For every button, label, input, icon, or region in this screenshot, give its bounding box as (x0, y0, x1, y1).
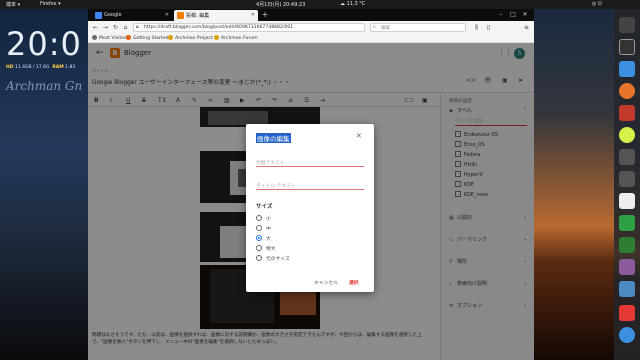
dialog-title: 画像の編集 (256, 133, 291, 143)
cloud-icon[interactable] (619, 61, 635, 77)
size-radio-small[interactable]: 小 (256, 215, 271, 222)
panel-weather[interactable]: ☁ 11.3 °C (340, 1, 365, 7)
terminal-icon[interactable] (619, 39, 635, 55)
folder-icon (214, 35, 219, 40)
bookmark-label: Archman Project (175, 36, 213, 41)
home-button[interactable]: ⌂ (121, 23, 130, 32)
mask-icon[interactable] (619, 149, 635, 165)
bookmark-archman-forum[interactable]: Archman Forum (214, 35, 258, 41)
search-placeholder: 検索 (381, 26, 391, 31)
lock-icon: 🔒︎ (136, 24, 139, 30)
pen-icon[interactable] (619, 171, 635, 187)
tab-bar: Google ✕ 投稿: 編集 ✕ + – □ ✕ (88, 9, 534, 21)
cancel-button[interactable]: キャンセル (314, 279, 338, 286)
close-icon[interactable]: ✕ (251, 12, 255, 18)
desktop-left: 20:0 HD 11.4GB / 17.6G RAM 1.83 Archman … (0, 9, 92, 360)
search-icon: ⌕ (373, 24, 376, 30)
top-panel: 端末 ▾ Firefox ▾ 4月1日(月) 20:49:23 ☁ 11.3 °… (0, 0, 640, 9)
library-button[interactable]: ⫼ (472, 23, 481, 32)
terminal-menu[interactable]: 端末 ▾ (6, 1, 20, 8)
title-text-field[interactable]: タイトル テキスト (256, 179, 364, 190)
panel-status-icons[interactable]: ◎ ⏻ (592, 1, 602, 7)
alt-text-field[interactable]: 代替テキスト (256, 156, 364, 167)
size-option-label: 元のサイズ (266, 257, 290, 262)
navigation-bar: ← → ↻ ⌂ 🔒︎ https://draft.blogger.com/blo… (88, 21, 534, 34)
size-radio-original[interactable]: 元のサイズ (256, 255, 290, 262)
cube-icon[interactable] (619, 259, 635, 275)
size-label: サイズ (256, 204, 273, 210)
menu-button[interactable]: ≡ (522, 23, 531, 32)
search-box[interactable]: ⌕ 検索 (370, 23, 466, 32)
size-option-label: 特大 (266, 247, 276, 252)
size-option-label: 大 (266, 237, 271, 242)
desktop-signature: Archman Gn (6, 79, 83, 93)
radio-selected-icon (256, 235, 262, 241)
firefox-icon (126, 35, 131, 40)
back-button[interactable]: ← (91, 23, 100, 32)
blogger-favicon-icon (177, 12, 184, 19)
desktop-stats: HD 11.4GB / 17.6G RAM 1.83 (6, 65, 75, 70)
bookmark-label: Getting Started (133, 36, 169, 41)
url-text: https://draft.blogger.com/blog/post/edit… (144, 25, 294, 30)
shield-icon[interactable] (619, 237, 635, 253)
size-option-label: 小 (266, 217, 271, 222)
tab-post-edit[interactable]: 投稿: 編集 ✕ (174, 10, 258, 21)
network-icon[interactable] (619, 127, 635, 143)
ram-stats: 1.83 (65, 65, 76, 70)
desktop-right (532, 9, 614, 360)
new-tab-button[interactable]: + (260, 10, 270, 20)
bookmarks-bar: Most Visited Getting Started Archman Pro… (88, 34, 534, 43)
edit-image-dialog: 画像の編集 ✕ 代替テキスト タイトル テキスト サイズ 小 中 大 特大 元の… (246, 124, 374, 292)
bookmark-archman-project[interactable]: Archman Project (168, 35, 213, 41)
desktop-clock: 20:0 (6, 25, 82, 63)
document-icon[interactable] (619, 193, 635, 209)
media-icon[interactable] (619, 105, 635, 121)
radio-icon (256, 225, 262, 231)
archive-icon[interactable] (619, 281, 635, 297)
bookmark-label: Archman Forum (221, 36, 258, 41)
browser-window: Google ✕ 投稿: 編集 ✕ + – □ ✕ ← → ↻ ⌂ 🔒︎ htt… (88, 9, 534, 360)
radio-icon (256, 255, 262, 261)
close-icon[interactable]: ✕ (356, 132, 362, 140)
gear-icon (92, 35, 97, 40)
sidebar-button[interactable]: ▯ (484, 23, 493, 32)
hd-label: HD (6, 65, 14, 70)
google-favicon-icon (95, 12, 102, 19)
folder-icon (168, 35, 173, 40)
bookmark-label: Most Visited (99, 36, 127, 41)
size-radio-medium[interactable]: 中 (256, 225, 271, 232)
size-radio-xlarge[interactable]: 特大 (256, 245, 276, 252)
tab-label: 投稿: 編集 (186, 13, 210, 19)
maximize-button[interactable]: □ (508, 10, 518, 20)
panel-datetime[interactable]: 4月1日(月) 20:49:23 (256, 1, 305, 8)
app-grid-icon[interactable] (619, 327, 635, 343)
bookmark-most-visited[interactable]: Most Visited (92, 35, 127, 41)
forward-button[interactable]: → (101, 23, 110, 32)
tab-label: Google (104, 12, 122, 18)
url-bar[interactable]: 🔒︎ https://draft.blogger.com/blog/post/e… (133, 23, 365, 32)
size-option-label: 中 (266, 227, 271, 232)
select-button[interactable]: 選択 (349, 279, 359, 286)
app-dock (614, 9, 640, 360)
minimize-button[interactable]: – (496, 10, 506, 20)
bookmark-getting-started[interactable]: Getting Started (126, 35, 169, 41)
download-icon[interactable] (619, 305, 635, 321)
ram-label: RAM (52, 65, 64, 70)
radio-icon (256, 215, 262, 221)
hd-stats: 11.4GB / 17.6G (14, 65, 50, 70)
reload-button[interactable]: ↻ (111, 23, 120, 32)
package-icon[interactable] (619, 215, 635, 231)
size-radio-large[interactable]: 大 (256, 235, 271, 242)
blogger-page: ← B Blogger ⋮⋮ S タイトル Google Blogger ユーザ… (88, 43, 534, 360)
tab-google[interactable]: Google ✕ (92, 10, 172, 21)
radio-icon (256, 245, 262, 251)
close-icon[interactable]: ✕ (165, 12, 169, 18)
firefox-menu[interactable]: Firefox ▾ (40, 1, 61, 7)
firefox-icon[interactable] (619, 83, 635, 99)
window-close-button[interactable]: ✕ (520, 10, 530, 20)
files-icon[interactable] (619, 17, 635, 33)
